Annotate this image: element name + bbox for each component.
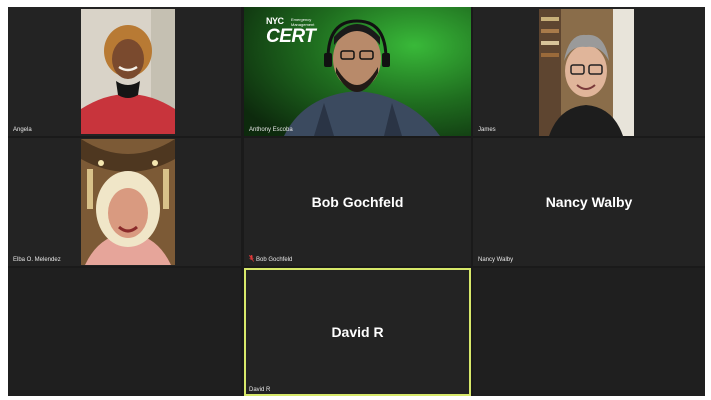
participant-tile-james[interactable]: James [473,7,705,136]
participant-video-elba [81,139,175,265]
participant-name-label: Angela [13,127,32,133]
logo-subtitle-line2: Management [291,22,315,27]
participant-tile-anthony[interactable]: NYC Emergency Management CERT Anthony Es… [244,7,471,136]
participant-video-angela [81,9,175,134]
mic-muted-icon [248,255,255,262]
participant-display-name: David R [331,324,384,340]
participant-name-label: David R [249,387,271,393]
participant-name-label: Elba O. Melendez [13,257,61,263]
participant-tile-angela[interactable]: Angela [8,7,241,136]
participant-tile-bob[interactable]: Bob Gochfeld Bob Gochfeld [244,138,471,266]
participant-name-label: Bob Gochfeld [248,255,293,264]
participant-tile-david[interactable]: David R David R [244,268,471,396]
logo-title: CERT [266,26,316,47]
participant-name-label: Anthony Escoba [249,127,293,133]
video-grid: Angela NYC Emergency Management CERT Ant… [8,7,705,396]
empty-tile-left [8,268,241,396]
participant-tile-elba[interactable]: Elba O. Melendez [8,138,241,266]
participant-name-text: Bob Gochfeld [256,257,293,263]
participant-video-james [539,9,634,136]
participant-tile-nancy[interactable]: Nancy Walby Nancy Walby [473,138,705,266]
participant-name-label: Nancy Walby [478,257,514,263]
cert-logo: NYC Emergency Management CERT [266,17,316,47]
participant-name-label: James [478,127,496,133]
logo-subtitle: Emergency Management [291,17,331,27]
participant-display-name: Bob Gochfeld [311,194,404,210]
empty-tile-right [473,268,705,396]
participant-display-name: Nancy Walby [545,194,633,210]
